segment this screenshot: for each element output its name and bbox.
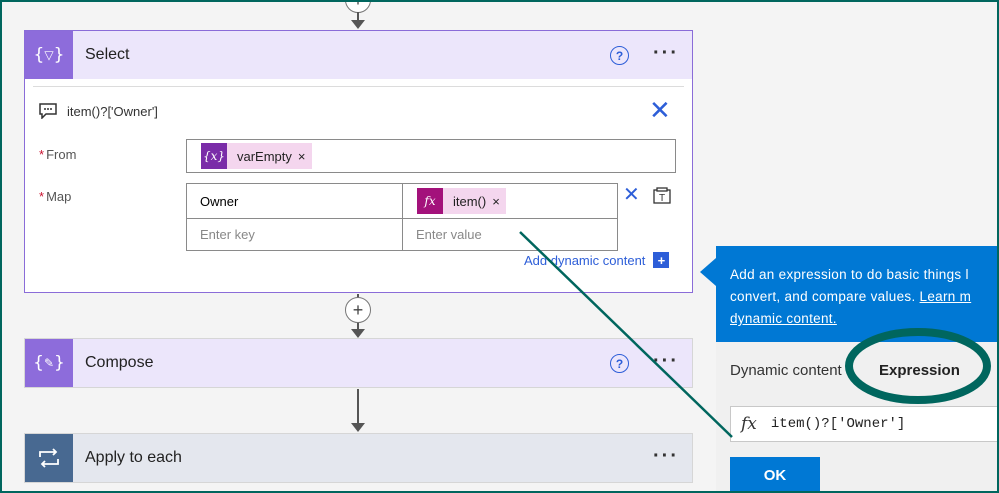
compose-card-title: Compose <box>85 354 154 371</box>
banner-text: convert, and compare values. <box>730 289 920 304</box>
panel-info-banner: Add an expression to do basic things l c… <box>716 246 999 342</box>
delete-row-icon[interactable]: ✕ <box>623 185 640 205</box>
plus-icon: + <box>352 300 364 320</box>
expression-panel: Add an expression to do basic things l c… <box>716 246 999 493</box>
add-dynamic-content-link[interactable]: Add dynamic content + <box>524 252 670 268</box>
from-token[interactable]: {x} varEmpty × <box>201 143 312 169</box>
connector-line <box>357 389 359 425</box>
loop-icon <box>25 434 73 482</box>
from-label: * From <box>39 147 77 162</box>
expression-text: item()?['Owner'] <box>770 416 906 432</box>
remove-token-icon[interactable]: × <box>298 149 312 164</box>
help-icon[interactable]: ? <box>610 46 629 65</box>
panel-pointer <box>700 258 716 286</box>
banner-text: Add an expression to do basic things l <box>730 267 969 282</box>
value-placeholder: Enter value <box>416 227 482 242</box>
connector-arrow <box>351 423 365 432</box>
add-icon: + <box>653 252 670 268</box>
fx-icon: fx <box>417 188 443 214</box>
map-value-token-label: item() <box>453 193 487 209</box>
select-card-header[interactable]: {▽} Select ? ··· <box>25 31 692 79</box>
help-icon[interactable]: ? <box>610 354 629 373</box>
dynamic-content-link[interactable]: dynamic content. <box>730 311 837 326</box>
compose-action-card[interactable]: {✎} Compose ? ··· <box>24 338 693 388</box>
more-options-icon[interactable]: ··· <box>653 351 679 371</box>
text-mode-icon[interactable]: T <box>653 187 671 205</box>
apply-card-header[interactable]: Apply to each ··· <box>25 434 692 482</box>
tab-dynamic-content[interactable]: Dynamic content <box>730 362 842 379</box>
map-key-cell[interactable]: Owner <box>186 183 403 219</box>
more-options-icon[interactable]: ··· <box>653 446 679 466</box>
add-dynamic-content-label: Add dynamic content <box>524 252 646 268</box>
key-placeholder: Enter key <box>200 227 255 242</box>
expression-input[interactable]: fx item()?['Owner'] <box>730 406 999 442</box>
connector-arrow <box>351 20 365 29</box>
compose-action-icon: {✎} <box>25 339 73 387</box>
variable-icon: {x} <box>201 143 227 169</box>
learn-more-link[interactable]: Learn m <box>920 289 972 304</box>
map-label: * Map <box>39 189 72 204</box>
map-value-input[interactable]: Enter value <box>402 218 618 251</box>
comment-icon <box>39 103 57 119</box>
connector-arrow <box>351 329 365 338</box>
map-key-input[interactable]: Enter key <box>186 218 403 251</box>
map-key-text: Owner <box>200 193 239 209</box>
svg-text:T: T <box>659 193 665 204</box>
select-card-title: Select <box>85 46 130 63</box>
more-options-icon[interactable]: ··· <box>653 43 679 63</box>
compose-card-header[interactable]: {✎} Compose ? ··· <box>25 339 692 387</box>
map-value-cell[interactable]: fx item() × <box>402 183 618 219</box>
remove-token-icon[interactable]: × <box>492 194 506 209</box>
ok-button[interactable]: OK <box>730 457 820 493</box>
close-icon[interactable]: ✕ <box>649 97 671 123</box>
plus-icon: + <box>352 0 364 10</box>
from-token-label: varEmpty <box>237 148 292 164</box>
map-value-token[interactable]: fx item() × <box>417 188 506 214</box>
fx-icon: fx <box>741 414 757 434</box>
apply-card-title: Apply to each <box>85 449 182 466</box>
apply-to-each-card[interactable]: Apply to each ··· <box>24 433 693 483</box>
select-action-icon: {▽} <box>25 31 73 79</box>
add-step-button[interactable]: + <box>345 297 371 323</box>
comment-row: item()?['Owner'] <box>39 103 158 119</box>
tab-expression[interactable]: Expression <box>879 362 960 379</box>
from-input[interactable]: {x} varEmpty × <box>186 139 676 173</box>
select-action-card: {▽} Select ? ··· item()?['Owner'] ✕ * Fro… <box>24 30 693 293</box>
comment-text: item()?['Owner'] <box>67 103 158 119</box>
header-divider <box>33 86 684 87</box>
